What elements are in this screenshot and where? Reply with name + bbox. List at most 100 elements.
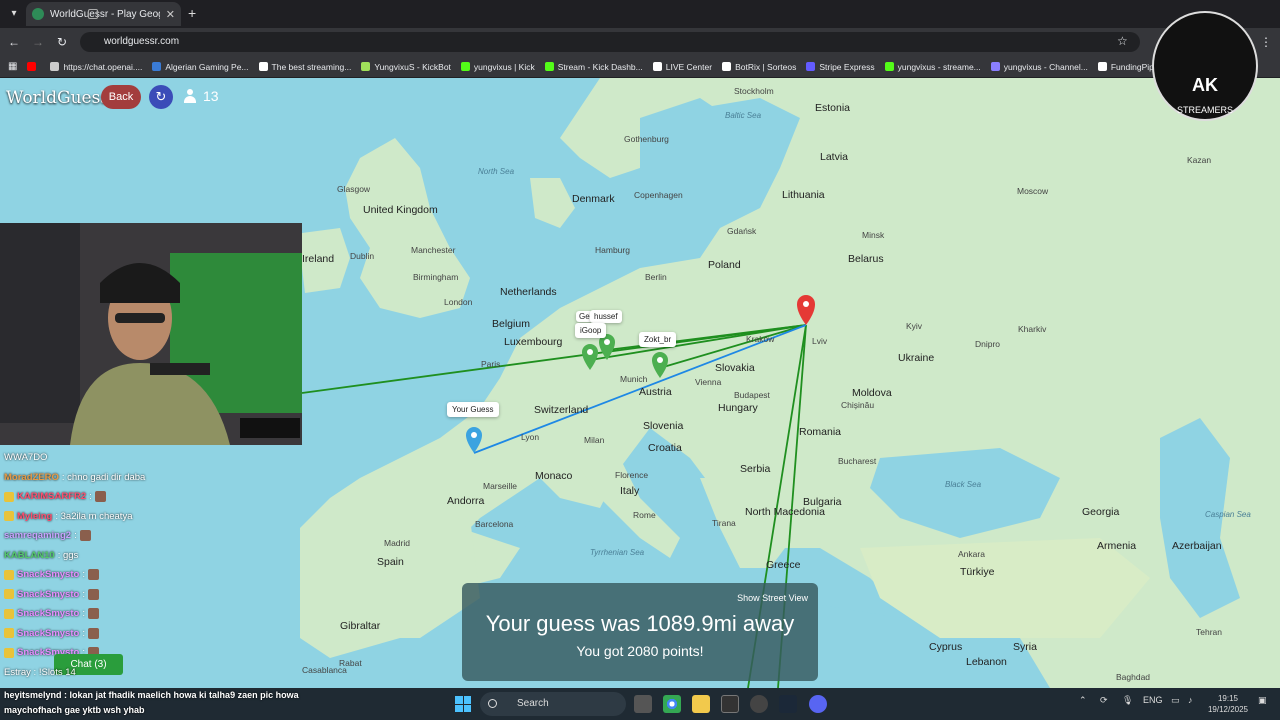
bookmark-item[interactable]: yungvixus - streame... [884, 62, 981, 72]
result-panel: Show Street View Your guess was 1089.9mi… [462, 583, 818, 681]
map-label-sea: North Sea [478, 167, 515, 176]
terminal-icon[interactable] [721, 695, 739, 713]
map-label-country: Ireland [302, 253, 335, 265]
channel-icon [990, 62, 1000, 71]
emote-icon [87, 588, 99, 600]
refresh-button[interactable]: ↻ [149, 85, 173, 109]
chat-username[interactable]: samreqaming2 [4, 530, 71, 541]
chat-message: SnackSmysto: [0, 624, 340, 644]
chat-username[interactable]: KABLAN10 [4, 550, 55, 561]
map-label-city: Copenhagen [634, 190, 683, 200]
new-tab-icon[interactable]: + [188, 5, 196, 21]
chat-text: : [82, 608, 85, 620]
show-street-view-button[interactable]: Show Street View [737, 593, 808, 603]
obs-icon[interactable] [750, 695, 768, 713]
chat-username[interactable]: SnackSmysto [17, 569, 79, 580]
map-label-country: Switzerland [534, 404, 589, 416]
bookmark-item[interactable]: BotRix | Sorteos [722, 62, 796, 72]
browser-tab-bar: ▾ WorldGuessr - Play Geoguessr F ✕ + [0, 0, 1280, 28]
map-label-country: Belarus [848, 253, 884, 265]
chrome-icon[interactable] [663, 695, 681, 713]
bookmark-item[interactable]: yungvixus | Kick [460, 61, 535, 72]
map-label-country: Georgia [1082, 506, 1120, 518]
bookmark-item[interactable]: LIVE Center [652, 62, 712, 72]
map-label-city: Kraków [746, 334, 775, 344]
bookmark-item[interactable]: Stripe Express [806, 62, 875, 72]
map-label-country: Denmark [572, 193, 615, 205]
emote-icon [87, 569, 99, 581]
bookmark-label: BotRix | Sorteos [735, 61, 797, 72]
task-view-icon[interactable] [634, 695, 652, 713]
kick-icon [884, 62, 894, 71]
bookmark-star-icon[interactable]: ☆ [1117, 34, 1128, 48]
map-label-city: Tirana [712, 518, 736, 528]
mic-icon[interactable]: 🎙 [1122, 695, 1133, 706]
map-label-city: Chișinău [841, 400, 875, 410]
reload-icon[interactable]: ↻ [54, 34, 70, 50]
browser-tab[interactable]: WorldGuessr - Play Geoguessr F ✕ [26, 2, 181, 26]
map-label-city: London [444, 297, 473, 307]
map-label-city: Kyiv [906, 321, 923, 331]
youtube-icon [27, 62, 37, 71]
globe-icon [152, 62, 162, 71]
steam-icon[interactable] [779, 695, 797, 713]
refresh-icon: ↻ [155, 89, 167, 104]
sync-icon[interactable]: ⟳ [1100, 695, 1108, 706]
map-label-country: United Kingdom [363, 204, 438, 216]
tab-search-icon[interactable]: ▾ [6, 6, 22, 22]
map-label-city: Lviv [812, 336, 828, 346]
file-explorer-icon[interactable] [692, 695, 710, 713]
map-label-country: Croatia [648, 442, 682, 454]
network-icon[interactable]: ▭ [1171, 695, 1180, 706]
volume-icon[interactable]: ♪ [1188, 695, 1193, 705]
badge-icon [4, 589, 14, 600]
taskbar-search[interactable]: Search [480, 692, 626, 716]
stream-chat-overlay: WWA7DO MoradZERO: chno gadi dir daba KARI… [0, 448, 340, 663]
stripe-icon [806, 62, 816, 71]
apps-grid-icon[interactable]: ▦ [8, 61, 17, 72]
badge-icon [4, 647, 14, 658]
chat-username[interactable]: SnackSmysto [17, 628, 79, 639]
discord-icon[interactable] [809, 695, 827, 713]
taskbar-clock[interactable]: 19:15 19/12/2025 [1206, 693, 1250, 715]
map-label-city: Barcelona [475, 519, 514, 529]
forward-arrow-icon[interactable]: → [30, 34, 46, 50]
map-label-country: Spain [377, 556, 404, 568]
map-label-country: Cyprus [929, 641, 963, 653]
bookmark-item[interactable]: https://chat.openai.... [50, 62, 142, 72]
map-label-city: Tehran [1196, 627, 1222, 637]
notification-icon[interactable]: ▣ [1258, 695, 1267, 706]
windows-start-icon[interactable] [455, 696, 471, 712]
bookmark-item[interactable]: yungvixus - Channel... [990, 62, 1088, 72]
chat-username[interactable]: SnackSmysto [17, 589, 79, 600]
map-label-country: Slovenia [643, 420, 684, 432]
chat-username[interactable]: KARIMSARFR2 [17, 491, 86, 502]
map-label-city: Vienna [695, 377, 722, 387]
site-info-icon[interactable] [88, 9, 98, 19]
back-arrow-icon[interactable]: ← [6, 34, 22, 50]
search-icon [488, 699, 497, 708]
bookmark-item[interactable]: Stream - Kick Dashb... [544, 62, 643, 72]
back-button[interactable]: Back [101, 85, 141, 109]
chat-username[interactable]: Myleing [17, 511, 52, 522]
chat-text: : [82, 588, 85, 600]
menu-icon[interactable]: ⋮ [1258, 34, 1274, 50]
bookmark-item[interactable]: Algerian Gaming Pe... [152, 62, 249, 72]
chat-username[interactable]: SnackSmysto [17, 608, 79, 619]
map-label-country: Slovakia [715, 362, 755, 374]
map-label-country: Greece [766, 559, 801, 571]
map-label-country: Luxembourg [504, 336, 563, 348]
bookmark-item[interactable]: YungvixuS - KickBot [361, 62, 451, 72]
chat-text: : chno gadi dir daba [61, 471, 146, 483]
language-indicator[interactable]: ENG [1143, 695, 1163, 705]
bookmark-label: yungvixus | Kick [473, 61, 535, 72]
bookmark-item[interactable]: The best streaming... [258, 62, 351, 72]
map-label-sea: Black Sea [945, 480, 982, 489]
bookmark-item[interactable] [27, 62, 40, 71]
tray-chevron-icon[interactable]: ⌃ [1079, 695, 1087, 706]
close-tab-icon[interactable]: ✕ [166, 8, 175, 21]
bookmark-item[interactable]: FundingPips [1097, 62, 1158, 72]
tab-title: WorldGuessr - Play Geoguessr F [50, 8, 160, 20]
chat-username[interactable]: MoradZERO [4, 472, 59, 483]
url-field[interactable]: worldguessr.com [80, 32, 1140, 52]
